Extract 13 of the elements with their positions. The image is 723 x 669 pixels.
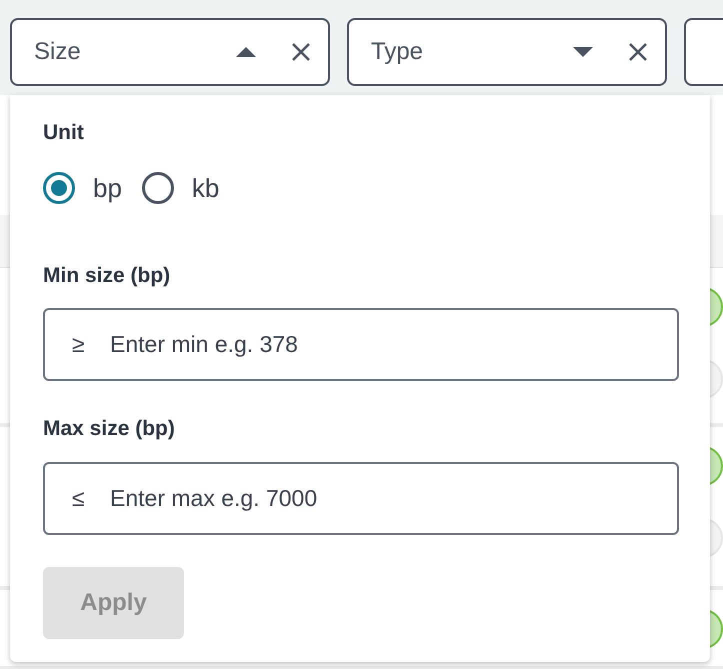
field-label: Max size (bp): [43, 416, 175, 442]
field-label: Min size (bp): [43, 262, 170, 288]
caret-icon: [236, 46, 256, 58]
unit-label: Unit: [43, 120, 84, 146]
unit-radio[interactable]: bp: [43, 168, 122, 208]
filter-dropdown[interactable]: Type: [347, 18, 667, 86]
filter-dropdown[interactable]: Size: [10, 18, 330, 86]
close-icon[interactable]: [292, 43, 310, 61]
caret-icon: [573, 46, 593, 58]
comparison-symbol: ≤: [72, 484, 85, 512]
close-icon[interactable]: [629, 43, 647, 61]
unit-radio[interactable]: kb: [142, 168, 220, 208]
comparison-symbol: ≥: [72, 330, 85, 358]
